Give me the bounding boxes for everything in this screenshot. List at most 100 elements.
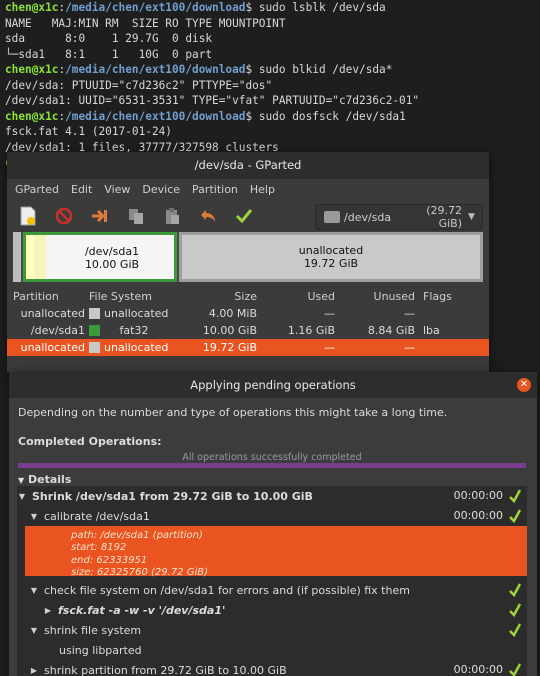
cell-unused: — [404,341,415,354]
cell-unused: 8.84 GiB [367,324,415,337]
prompt-user: chen@x1c [5,63,59,76]
tree-row-shrink-fs[interactable]: ▼ shrink file system [17,620,527,640]
tree-row-shrink-partition[interactable]: ▶ shrink partition from 29.72 GiB to 10.… [17,660,527,676]
undo-icon [201,210,215,222]
check-icon [509,583,522,598]
calibrate-time: 00:00:00 [453,509,503,522]
menu-view[interactable]: View [104,183,130,196]
gparted-window: /dev/sda - GParted GParted Edit View Dev… [7,152,489,372]
fsck-command: fsck.fat -a -w -v '/dev/sda1' [58,603,226,617]
apply-icon [235,209,253,224]
check-icon [509,603,522,618]
cell-filesystem-label: unallocated [104,307,169,320]
check-fs-label: check file system on /dev/sda1 for error… [44,583,410,597]
libparted-label: using libparted [59,643,142,657]
column-size[interactable]: Size [199,290,257,303]
copy-button[interactable] [125,205,147,227]
device-selector[interactable]: /dev/sda (29.72 GiB) ▼ [315,204,483,230]
cell-flags: lba [423,324,440,337]
calibrate-label: calibrate /dev/sda1 [44,509,150,523]
operation-time: 00:00:00 [453,489,503,502]
info-end: end: 62333951 [71,554,148,566]
shrink-partition-time: 00:00:00 [453,663,503,676]
expander-right-icon: ▶ [44,605,52,615]
cell-filesystem: unallocated [89,341,199,354]
disk-map-partition-label: /dev/sda1 10.00 GiB [50,245,174,271]
used-space-bar [26,235,34,279]
details-label: Details [28,473,72,486]
disk-map-partition-sda1[interactable]: /dev/sda1 10.00 GiB [23,232,177,282]
device-size: (29.72 GiB) [426,204,462,230]
column-filesystem[interactable]: File System [89,290,199,303]
expander-down-icon: ▼ [30,585,38,595]
prompt-symbol: $ [245,1,259,14]
column-unused[interactable]: Unused [335,290,415,303]
paste-icon [166,208,179,224]
partition-table-header: Partition File System Size Used Unused F… [7,287,489,305]
menu-gparted[interactable]: GParted [15,183,59,196]
prompt-path: /media/chen/ext100/download [65,109,246,123]
table-row[interactable]: unallocated unallocated 4.00 MiB — — [7,305,489,322]
resize-move-button[interactable] [89,205,111,227]
tree-row-libparted[interactable]: using libparted [17,640,527,660]
undo-button[interactable] [197,205,219,227]
apply-button[interactable] [233,205,255,227]
fs-color-swatch [89,342,100,353]
cell-filesystem-label: unallocated [104,341,169,354]
dialog-title: Applying pending operations ✕ [9,372,537,398]
menu-bar: GParted Edit View Device Partition Help [7,179,489,199]
new-icon [20,206,36,226]
menu-help[interactable]: Help [250,183,275,196]
expander-right-icon: ▶ [30,665,38,675]
tree-row-fsck[interactable]: ▶ fsck.fat -a -w -v '/dev/sda1' [17,600,527,620]
column-used[interactable]: Used [257,290,335,303]
expander-down-icon: ▼ [18,491,26,501]
terminal-output-line: fsck.fat 4.1 (2017-01-24) [5,125,172,138]
expander-down-icon: ▼ [18,476,25,485]
paste-button[interactable] [161,205,183,227]
cell-filesystem: fat32 [89,324,199,337]
column-filesystem-label: File System [89,289,152,303]
terminal-output-line: └─sda1 8:1 1 10G 0 part [5,47,219,61]
applying-operations-dialog: Applying pending operations ✕ Depending … [9,372,537,676]
tree-row-check[interactable]: ▼ check file system on /dev/sda1 for err… [17,580,527,600]
check-icon [509,509,522,524]
dialog-description: Depending on the number and type of oper… [18,406,448,419]
calibrate-info-block: path: /dev/sda1 (partition) start: 8192 … [25,526,527,578]
table-row-selected[interactable]: unallocated unallocated 19.72 GiB — — [7,339,489,356]
expander-down-icon: ▼ [30,625,38,635]
details-expander[interactable]: ▼ Details [18,473,71,486]
delete-partition-button[interactable] [53,205,75,227]
tree-row-calibrate[interactable]: ▼ calibrate /dev/sda1 00:00:00 [17,506,527,526]
progress-text: All operations successfully completed [182,452,362,463]
column-flags[interactable]: Flags [415,290,463,303]
disk-map-unallocated[interactable]: unallocated 19.72 GiB [179,232,483,282]
table-row[interactable]: /dev/sda1 fat32 10.00 GiB 1.16 GiB 8.84 … [7,322,489,339]
command-text: sudo lsblk /dev/sda [258,1,386,14]
menu-edit[interactable]: Edit [71,183,92,196]
expander-down-icon: ▼ [30,511,38,521]
column-partition[interactable]: Partition [7,290,89,303]
terminal-command-line: chen@x1c:/media/chen/ext100/download$ su… [5,109,540,125]
info-start: start: 8192 [71,542,127,554]
shrink-fs-label: shrink file system [44,623,142,637]
terminal-output-line: /dev/sda1: UUID="6531-3531" TYPE="vfat" … [5,94,420,107]
disk-map-unallocated-start[interactable] [13,232,21,282]
dialog-title-text: Applying pending operations [190,378,356,392]
close-icon[interactable]: ✕ [517,378,531,392]
menu-partition[interactable]: Partition [192,183,238,196]
new-partition-button[interactable] [17,205,39,227]
shrink-partition-label: shrink partition from 29.72 GiB to 10.00… [44,663,287,676]
operation-details-tree: ▼ Shrink /dev/sda1 from 29.72 GiB to 10.… [17,486,527,676]
prompt-path: /media/chen/ext100/download [65,63,246,76]
cell-filesystem-label: fat32 [119,324,149,337]
chevron-down-icon: ▼ [468,212,475,222]
command-text: sudo blkid /dev/sda* [258,63,393,76]
cell-size: 19.72 GiB [202,341,257,354]
cell-filesystem: unallocated [89,307,199,320]
menu-device[interactable]: Device [142,183,180,196]
cell-size: 4.00 MiB [208,307,257,320]
command-text: sudo dosfsck /dev/sda1 [258,109,406,123]
delete-icon [55,207,73,225]
tree-row-shrink[interactable]: ▼ Shrink /dev/sda1 from 29.72 GiB to 10.… [17,486,527,506]
